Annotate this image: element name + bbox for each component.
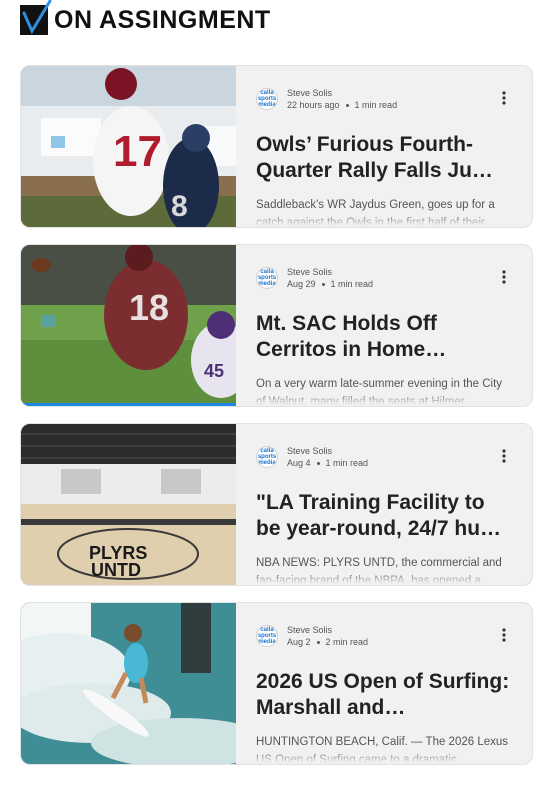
post-title[interactable]: Owls’ Furious Fourth-Quarter Rally Falls… (256, 132, 511, 184)
more-options-button[interactable] (494, 446, 514, 466)
author-name[interactable]: Steve Solis (287, 87, 397, 99)
dot-separator-icon (316, 640, 320, 644)
checkmark-logo-icon (20, 0, 52, 35)
svg-text:45: 45 (204, 361, 224, 381)
more-options-button[interactable] (494, 267, 514, 287)
post-meta: calla sports media Steve Solis Aug 29 1 … (256, 263, 512, 293)
more-options-button[interactable] (494, 88, 514, 108)
author-avatar[interactable]: calla sports media (256, 446, 278, 468)
post-title[interactable]: Mt. SAC Holds Off Cerritos in Home… (256, 311, 511, 363)
football-catch-photo[interactable]: 17 8 (21, 66, 236, 227)
dot-separator-icon (321, 282, 325, 286)
author-name[interactable]: Steve Solis (287, 445, 368, 457)
post-body: calla sports media Steve Solis Aug 29 1 … (236, 245, 532, 406)
dot-separator-icon (316, 461, 320, 465)
page-header: ON ASSINGMENT (20, 0, 271, 38)
post-body: calla sports media Steve Solis Aug 2 2 m… (236, 603, 532, 764)
dot-separator-icon (345, 103, 349, 107)
surfing-photo[interactable] (21, 603, 236, 764)
post-meta: calla sports media Steve Solis Aug 4 1 m… (256, 442, 512, 472)
post-title[interactable]: "LA Training Facility to be year-round, … (256, 490, 511, 542)
post-date: Aug 29 (287, 279, 316, 289)
post-card[interactable]: calla sports media Steve Solis Aug 2 2 m… (20, 602, 533, 765)
more-vertical-icon (502, 628, 506, 642)
post-date: Aug 2 (287, 637, 311, 647)
read-time: 1 min read (354, 100, 398, 110)
page-title: ON ASSINGMENT (54, 5, 271, 34)
read-time: 1 min read (325, 458, 369, 468)
post-card[interactable]: 18 45 calla sports media Steve Solis Aug… (20, 244, 533, 407)
author-name[interactable]: Steve Solis (287, 266, 373, 278)
post-meta: calla sports media Steve Solis Aug 2 2 m… (256, 621, 512, 651)
read-time: 2 min read (325, 637, 369, 647)
post-meta: calla sports media Steve Solis 22 hours … (256, 84, 512, 114)
post-title[interactable]: 2026 US Open of Surfing: Marshall and… (256, 669, 511, 721)
svg-text:17: 17 (113, 127, 162, 176)
svg-text:UNTD: UNTD (91, 560, 141, 580)
more-vertical-icon (502, 270, 506, 284)
post-body: calla sports media Steve Solis Aug 4 1 m… (236, 424, 532, 585)
post-date: 22 hours ago (287, 100, 340, 110)
post-card[interactable]: PLYRS UNTD calla sports media Steve Soli… (20, 423, 533, 586)
football-tackle-photo[interactable]: 18 45 (21, 245, 236, 406)
more-vertical-icon (502, 91, 506, 105)
author-name[interactable]: Steve Solis (287, 624, 368, 636)
author-avatar[interactable]: calla sports media (256, 267, 278, 289)
post-excerpt: Saddleback's WR Jaydus Green, goes up fo… (256, 199, 495, 226)
read-time: 1 min read (330, 279, 374, 289)
post-excerpt: On a very warm late-summer evening in th… (256, 378, 503, 405)
basketball-court-photo[interactable]: PLYRS UNTD (21, 424, 236, 585)
post-excerpt: NBA NEWS: PLYRS UNTD, the commercial and… (256, 557, 502, 584)
post-date: Aug 4 (287, 458, 311, 468)
svg-text:8: 8 (171, 190, 188, 223)
post-excerpt: HUNTINGTON BEACH, Calif. — The 2026 Lexu… (256, 736, 509, 763)
post-card[interactable]: 17 8 calla sports media Steve Solis 22 h… (20, 65, 533, 228)
author-avatar[interactable]: calla sports media (256, 88, 278, 110)
post-body: calla sports media Steve Solis 22 hours … (236, 66, 532, 227)
more-vertical-icon (502, 449, 506, 463)
more-options-button[interactable] (494, 625, 514, 645)
svg-text:18: 18 (129, 287, 169, 328)
author-avatar[interactable]: calla sports media (256, 625, 278, 647)
